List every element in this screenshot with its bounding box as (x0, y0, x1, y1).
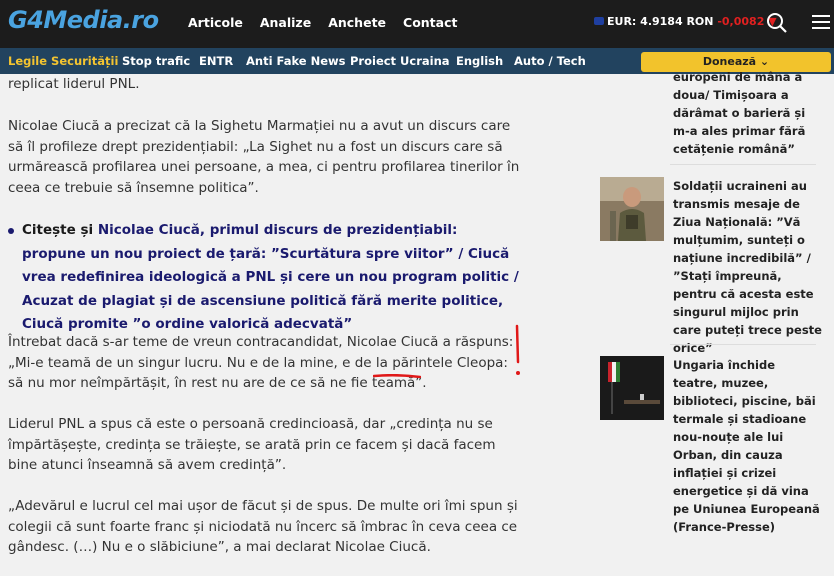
nav-anchete[interactable]: Anchete (328, 15, 386, 30)
subnav-english[interactable]: English (456, 54, 503, 68)
nav-articole[interactable]: Articole (188, 15, 243, 30)
soldier-thumbnail[interactable] (600, 177, 664, 241)
red-underline-annotation (373, 374, 421, 378)
read-also-link[interactable]: Nicolae Ciucă, primul discurs de prezide… (22, 222, 519, 332)
eur-label: EUR: (607, 15, 637, 28)
top-header: G4Media.ro Articole Analize Anchete Cont… (0, 0, 834, 48)
exchange-rate: EUR: 4.9184 RON -0,0082 ▼ (594, 15, 777, 28)
divider (670, 344, 816, 345)
hungary-flag-thumbnail[interactable] (600, 356, 664, 420)
red-exclamation-annotation (515, 324, 520, 375)
article-paragraph: Liderul PNL a spus că este o persoană cr… (8, 416, 496, 473)
subnav-proiect-ucraina[interactable]: Proiect Ucraina (350, 54, 450, 68)
eur-value: 4.9184 RON (640, 15, 714, 28)
article-paragraph: Nicolae Ciucă a precizat că la Sighetu M… (8, 118, 520, 196)
site-logo[interactable]: G4Media.ro (8, 6, 159, 34)
sidebar-article-title[interactable]: Ungaria închide teatre, muzee, bibliotec… (673, 356, 823, 536)
read-also-label: Citește și (22, 222, 94, 238)
nav-analize[interactable]: Analize (260, 15, 311, 30)
subnav-auto-tech[interactable]: Auto / Tech (514, 54, 586, 68)
article-paragraph: Întrebat dacă s-ar teme de vreun contrac… (8, 334, 514, 391)
subnav-entr[interactable]: ENTR (199, 54, 233, 68)
sidebar-article-title[interactable]: Soldații ucraineni au transmis mesaje de… (673, 177, 823, 357)
eu-flag-icon (594, 17, 604, 25)
subnav-anti-fake-news[interactable]: Anti Fake News (246, 54, 346, 68)
sidebar-article-title[interactable]: europeni de mâna a doua/ Timișoara a dăr… (673, 68, 823, 158)
read-also-item[interactable]: Citește și Nicolae Ciucă, primul discurs… (8, 219, 522, 337)
nav-contact[interactable]: Contact (403, 15, 457, 30)
subnav-legile-securitatii[interactable]: Legile Securității (8, 54, 118, 68)
subnav-stop-trafic[interactable]: Stop trafic (122, 54, 190, 68)
article-paragraph: replicat liderul PNL. (8, 76, 140, 92)
bullet-dot (8, 228, 14, 234)
article-paragraph: „Adevărul e lucrul cel mai ușor de făcut… (8, 498, 518, 555)
search-icon[interactable] (766, 12, 788, 34)
main-nav: Articole Analize Anchete Contact (188, 15, 474, 30)
divider (670, 164, 816, 165)
hamburger-menu-icon[interactable] (812, 15, 830, 29)
